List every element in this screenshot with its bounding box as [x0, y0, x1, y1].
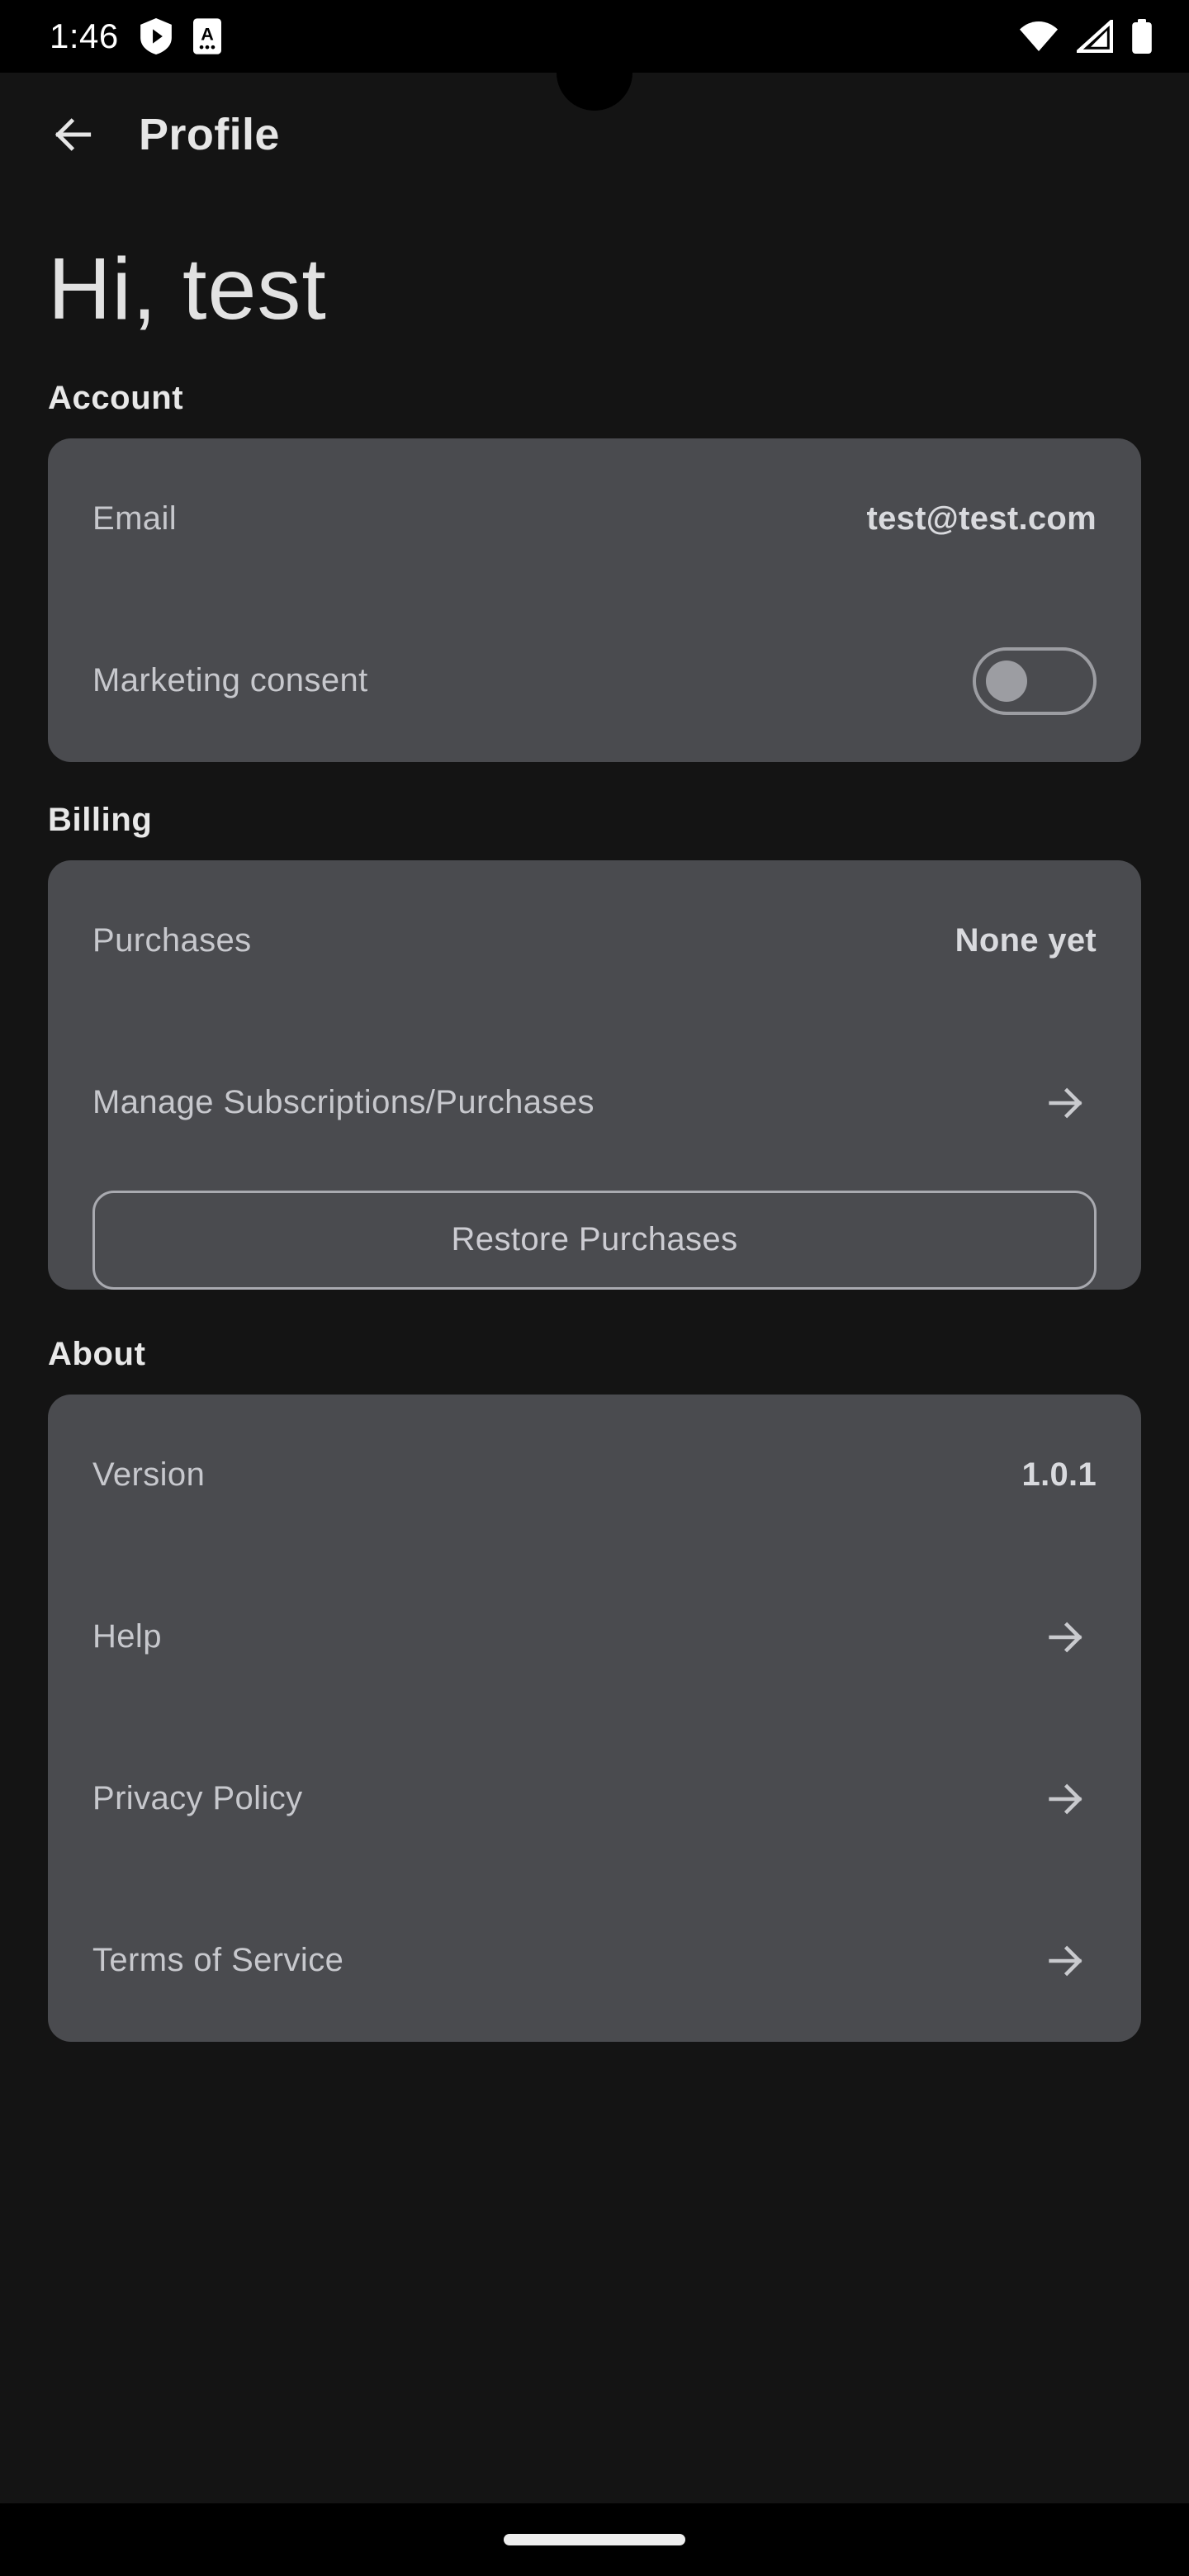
purchases-value: None yet [955, 922, 1097, 959]
version-value: 1.0.1 [1021, 1456, 1097, 1494]
section-title-account: Account [48, 379, 184, 416]
version-label: Version [92, 1456, 206, 1494]
row-privacy-policy[interactable]: Privacy Policy [92, 1718, 1097, 1880]
status-bar-left: 1:46 A [50, 18, 221, 54]
text-badge-icon: A [192, 18, 221, 54]
billing-card: Purchases None yet Manage Subscriptions/… [48, 859, 1141, 1290]
arrow-right-icon [1034, 1930, 1097, 1992]
row-purchases: Purchases None yet [92, 860, 1097, 1022]
page-title: Profile [139, 110, 280, 159]
help-label: Help [92, 1618, 162, 1655]
status-bar-right [1019, 19, 1153, 54]
account-card: Email test@test.com Marketing consent [48, 438, 1141, 762]
greeting-text: Hi, test [48, 240, 327, 338]
row-manage-subscriptions[interactable]: Manage Subscriptions/Purchases [92, 1022, 1097, 1184]
email-label: Email [92, 500, 178, 537]
section-title-about: About [48, 1335, 146, 1372]
play-shield-icon [140, 18, 172, 54]
home-gesture-pill[interactable] [504, 2534, 685, 2545]
terms-of-service-label: Terms of Service [92, 1942, 344, 1979]
row-version: Version 1.0.1 [92, 1395, 1097, 1556]
arrow-right-icon [1034, 1606, 1097, 1669]
row-email: Email test@test.com [92, 438, 1097, 600]
battery-icon [1131, 19, 1153, 54]
arrow-right-icon [1034, 1072, 1097, 1134]
manage-subscriptions-label: Manage Subscriptions/Purchases [92, 1084, 594, 1121]
marketing-consent-label: Marketing consent [92, 662, 368, 699]
profile-screen: 1:46 A Profile Hi, test Account Email te… [0, 0, 1189, 2576]
purchases-label: Purchases [92, 922, 252, 959]
arrow-right-icon [1034, 1768, 1097, 1830]
svg-text:A: A [201, 24, 214, 45]
content-scroll-area[interactable]: Hi, test Account Email test@test.com Mar… [0, 197, 1189, 2503]
wifi-icon [1019, 20, 1059, 53]
status-bar-clock: 1:46 [50, 17, 119, 55]
row-marketing-consent[interactable]: Marketing consent [92, 600, 1097, 762]
cellular-signal-icon [1077, 20, 1113, 53]
privacy-policy-label: Privacy Policy [92, 1780, 303, 1817]
about-card: Version 1.0.1 Help Privacy Policy Terms … [48, 1394, 1141, 2042]
restore-purchases-button[interactable]: Restore Purchases [92, 1190, 1097, 1290]
section-title-billing: Billing [48, 801, 153, 838]
toggle-knob [986, 660, 1027, 702]
arrow-left-icon [50, 111, 97, 158]
camera-punch-hole [557, 35, 632, 111]
back-button[interactable] [38, 99, 109, 170]
row-help[interactable]: Help [92, 1556, 1097, 1718]
marketing-consent-toggle[interactable] [973, 646, 1097, 715]
row-terms-of-service[interactable]: Terms of Service [92, 1880, 1097, 2042]
gesture-navigation-bar [0, 2503, 1189, 2576]
email-value: test@test.com [866, 500, 1097, 537]
